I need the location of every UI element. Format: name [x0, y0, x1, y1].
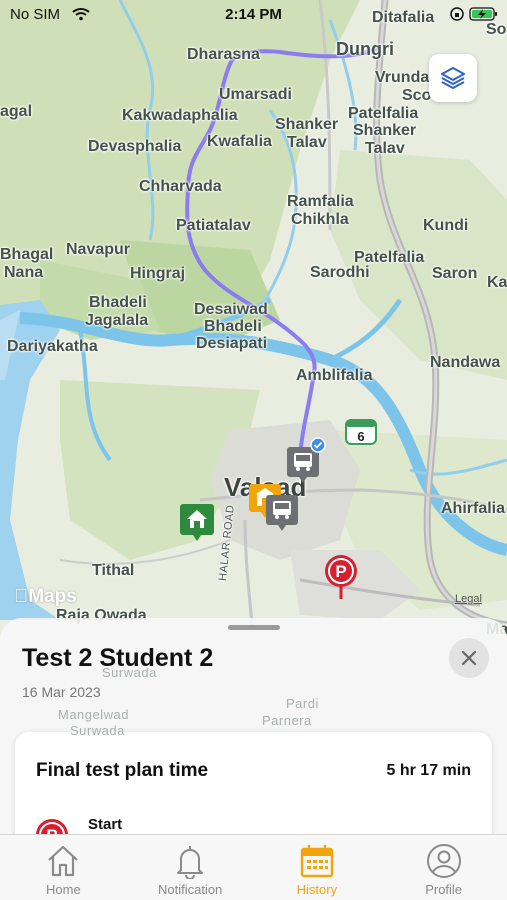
layers-icon — [441, 67, 465, 89]
place-label: Ramfalia — [287, 193, 354, 210]
place-label: Saron — [432, 265, 478, 282]
place-label: Patelfalia — [348, 105, 419, 122]
place-label: agal — [0, 103, 33, 120]
place-label: Chharvada — [139, 178, 222, 195]
place-label: Surwada — [102, 665, 157, 680]
place-label: Talav — [287, 134, 327, 151]
place-label: Parnera — [262, 713, 312, 728]
status-bar: No SIM 2:14 PM — [0, 0, 507, 32]
house-outline-icon — [48, 845, 79, 877]
place-label: Shanker — [275, 116, 339, 133]
place-label: Jagalala — [85, 312, 149, 329]
tab-label: Home — [46, 882, 81, 897]
place-label: Desaiwad — [194, 301, 268, 318]
place-label: Hingraj — [130, 265, 186, 282]
tab-history[interactable]: History — [254, 835, 381, 900]
place-label: Vrunda — [375, 69, 430, 86]
maps-attribution: Maps — [14, 586, 77, 607]
check-icon — [310, 437, 326, 453]
place-label: Nandawa — [430, 354, 501, 371]
place-label: Sco — [402, 87, 432, 104]
close-icon — [461, 650, 477, 666]
place-label: Surwada — [70, 723, 125, 738]
apple-logo-icon:  — [14, 586, 28, 607]
place-label: Kakwadaphalia — [122, 107, 238, 124]
place-label: Shanker — [353, 122, 417, 139]
card-title: Final test plan time — [36, 760, 209, 781]
place-label: Ka — [487, 274, 507, 291]
place-label: Dharasna — [187, 46, 260, 63]
place-label: Dariyakatha — [7, 338, 98, 355]
place-label: Tithal — [92, 562, 135, 579]
highway-badge: 6 — [345, 419, 377, 445]
place-label: Umarsadi — [219, 86, 292, 103]
place-label: Kundi — [423, 217, 469, 234]
svg-text:P: P — [335, 562, 346, 581]
svg-text:6: 6 — [357, 429, 364, 444]
start-label: Start — [88, 816, 123, 833]
legal-link[interactable]: Legal — [455, 593, 482, 605]
orientation-lock-icon — [449, 7, 464, 21]
bus-icon — [266, 495, 298, 531]
place-label: Nana — [4, 264, 44, 281]
map-layers-button[interactable] — [429, 54, 477, 102]
place-label: Kwafalia — [207, 133, 272, 150]
close-button[interactable] — [449, 638, 489, 678]
place-label: Talav — [365, 140, 405, 157]
sheet-grabber[interactable] — [228, 625, 280, 630]
tab-home[interactable]: Home — [0, 835, 127, 900]
place-label: Ahirfalia — [441, 500, 506, 517]
parking-icon: P — [325, 555, 357, 599]
place-label: Devasphalia — [88, 138, 182, 155]
place-label: Pardi — [286, 696, 319, 711]
clock: 2:14 PM — [225, 6, 282, 23]
bell-icon — [177, 846, 204, 879]
tab-label: History — [296, 882, 338, 897]
place-label: Dungri — [336, 39, 394, 59]
place-label: Amblifalia — [296, 367, 373, 384]
place-label: Chikhla — [291, 211, 349, 228]
place-label: Bhadeli — [89, 294, 147, 311]
plan-duration: 5 hr 17 min — [386, 762, 471, 779]
place-label: Bhagal — [0, 246, 54, 263]
tab-label: Notification — [157, 882, 223, 897]
tab-label: Profile — [425, 882, 463, 897]
sheet-date: 16 Mar 2023 — [22, 684, 101, 700]
person-circle-icon — [426, 844, 461, 878]
calendar-icon — [300, 845, 334, 878]
place-label: Desiapati — [196, 335, 268, 352]
place-label: Navapur — [66, 241, 131, 258]
tab-profile[interactable]: Profile — [380, 835, 507, 900]
tab-notification[interactable]: Notification — [127, 835, 254, 900]
place-label: Patiatalav — [176, 217, 251, 234]
battery-charging-icon — [469, 7, 497, 21]
place-label: Bhadeli — [204, 318, 262, 335]
place-label: Sarodhi — [310, 264, 370, 281]
house-icon — [180, 504, 214, 541]
tab-bar: Home Notification History Profile — [0, 834, 507, 900]
